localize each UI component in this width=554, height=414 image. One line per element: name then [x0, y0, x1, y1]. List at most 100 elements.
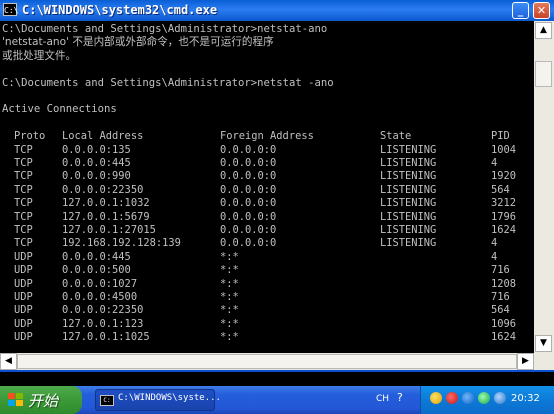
- table-cell: 0.0.0.0:500: [62, 264, 131, 277]
- taskbar-button-label: C:\WINDOWS\syste...: [118, 393, 221, 403]
- tray-network-icon[interactable]: [430, 392, 442, 404]
- column-header: Proto: [14, 130, 46, 143]
- table-cell: 0.0.0.0:0: [220, 170, 277, 183]
- title-bar[interactable]: C:\ C:\WINDOWS\system32\cmd.exe _ ✕: [0, 0, 554, 21]
- vertical-scroll-thumb[interactable]: [535, 61, 552, 87]
- cmd-icon[interactable]: C:\: [3, 3, 18, 16]
- table-cell: *:*: [220, 277, 239, 290]
- table-cell: 0.0.0.0:1027: [62, 277, 138, 290]
- console-line: C:\Documents and Settings\Administrator>…: [2, 76, 334, 89]
- table-cell: 0.0.0.0:22350: [62, 183, 144, 196]
- table-cell: 0.0.0.0:135: [62, 143, 131, 156]
- table-cell: 1796: [491, 210, 517, 223]
- table-cell: 127.0.0.1:123: [62, 317, 144, 330]
- horizontal-scrollbar[interactable]: ◀ ▶: [0, 353, 534, 370]
- table-cell: TCP: [14, 224, 33, 236]
- table-cell: 564: [491, 183, 510, 196]
- table-cell: 0.0.0.0:0: [220, 143, 277, 156]
- minimize-button[interactable]: _: [512, 2, 529, 19]
- clock: 20:32: [511, 393, 540, 404]
- scroll-up-icon: ▲: [540, 25, 547, 35]
- horizontal-scroll-thumb[interactable]: [17, 354, 517, 369]
- scrollbar-corner: [534, 353, 554, 370]
- console-line: 或批处理文件。: [2, 49, 77, 62]
- table-cell: 1624: [491, 331, 517, 344]
- close-button[interactable]: ✕: [533, 2, 550, 19]
- start-label: 开始: [28, 392, 59, 410]
- minimize-icon: _: [517, 4, 524, 17]
- column-header: Local Address: [62, 130, 144, 143]
- table-cell: *:*: [220, 291, 239, 303]
- table-cell: 0.0.0.0:0: [220, 210, 277, 223]
- table-cell: LISTENING: [380, 210, 437, 223]
- table-cell: UDP: [14, 291, 33, 303]
- console-line: 'netstat-ano' 不是内部或外部命令，也不是可运行的程序: [2, 36, 274, 49]
- table-cell: 0.0.0.0:445: [62, 250, 131, 263]
- column-header: PID: [491, 130, 510, 143]
- table-cell: TCP: [14, 197, 33, 210]
- table-cell: 127.0.0.1:1032: [62, 197, 150, 210]
- table-cell: *:*: [220, 317, 239, 330]
- table-cell: 4: [491, 237, 498, 250]
- table-cell: 1004: [491, 143, 517, 156]
- scroll-right-button[interactable]: ▶: [517, 353, 534, 370]
- tray-volume-icon[interactable]: [494, 392, 506, 404]
- scroll-left-button[interactable]: ◀: [0, 353, 17, 370]
- close-icon: ✕: [536, 4, 547, 17]
- scroll-down-icon: ▼: [540, 338, 547, 348]
- tray-update-icon[interactable]: [462, 392, 474, 404]
- table-cell: 4: [491, 250, 498, 263]
- scroll-down-button[interactable]: ▼: [535, 335, 552, 352]
- table-cell: TCP: [14, 210, 33, 223]
- table-cell: *:*: [220, 331, 239, 344]
- table-cell: LISTENING: [380, 143, 437, 156]
- language-indicator[interactable]: CH: [376, 394, 389, 404]
- table-cell: TCP: [14, 170, 33, 183]
- console-line: C:\Documents and Settings\Administrator>…: [2, 23, 328, 35]
- table-cell: *:*: [220, 264, 239, 277]
- taskbar-button-cmd[interactable]: C: C:\WINDOWS\syste...: [95, 389, 221, 411]
- table-cell: 127.0.0.1:1025: [62, 331, 150, 344]
- table-cell: UDP: [14, 317, 33, 330]
- table-cell: UDP: [14, 250, 33, 263]
- console-output[interactable]: C:\Documents and Settings\Administrator>…: [2, 21, 532, 353]
- start-button[interactable]: 开始: [0, 386, 82, 414]
- console-line: Active Connections: [2, 103, 117, 116]
- table-cell: TCP: [14, 183, 33, 196]
- scroll-up-button[interactable]: ▲: [535, 22, 552, 39]
- table-cell: LISTENING: [380, 224, 437, 236]
- table-cell: 192.168.192.128:139: [62, 237, 181, 250]
- table-cell: 716: [491, 291, 510, 303]
- table-cell: 127.0.0.1:27015: [62, 224, 156, 236]
- table-cell: 3212: [491, 197, 517, 210]
- table-cell: 1624: [491, 224, 517, 236]
- table-cell: TCP: [14, 157, 33, 169]
- table-cell: 0.0.0.0:4500: [62, 291, 138, 303]
- table-cell: 4: [491, 157, 498, 169]
- table-cell: *:*: [220, 304, 239, 317]
- table-cell: *:*: [220, 250, 239, 263]
- table-cell: LISTENING: [380, 197, 437, 210]
- table-cell: 127.0.0.1:5679: [62, 210, 150, 223]
- desktop-strip: [0, 372, 554, 386]
- column-header: State: [380, 130, 412, 143]
- help-icon[interactable]: ?: [397, 391, 403, 404]
- column-header: Foreign Address: [220, 130, 314, 143]
- table-cell: 1096: [491, 317, 517, 330]
- table-cell: 0.0.0.0:445: [62, 157, 131, 169]
- table-cell: 0.0.0.0:0: [220, 183, 277, 196]
- vertical-scrollbar[interactable]: ▲ ▼: [534, 21, 554, 353]
- table-cell: UDP: [14, 277, 33, 290]
- table-cell: LISTENING: [380, 170, 437, 183]
- tray-security-icon[interactable]: [446, 392, 458, 404]
- table-cell: 0.0.0.0:990: [62, 170, 131, 183]
- table-cell: UDP: [14, 304, 33, 317]
- table-cell: TCP: [14, 143, 33, 156]
- table-cell: 716: [491, 264, 510, 277]
- table-cell: TCP: [14, 237, 33, 250]
- tray-status-icon[interactable]: [478, 392, 490, 404]
- windows-flag-icon: [8, 393, 23, 407]
- table-cell: LISTENING: [380, 183, 437, 196]
- table-cell: 1208: [491, 277, 517, 290]
- window-title: C:\WINDOWS\system32\cmd.exe: [22, 3, 218, 17]
